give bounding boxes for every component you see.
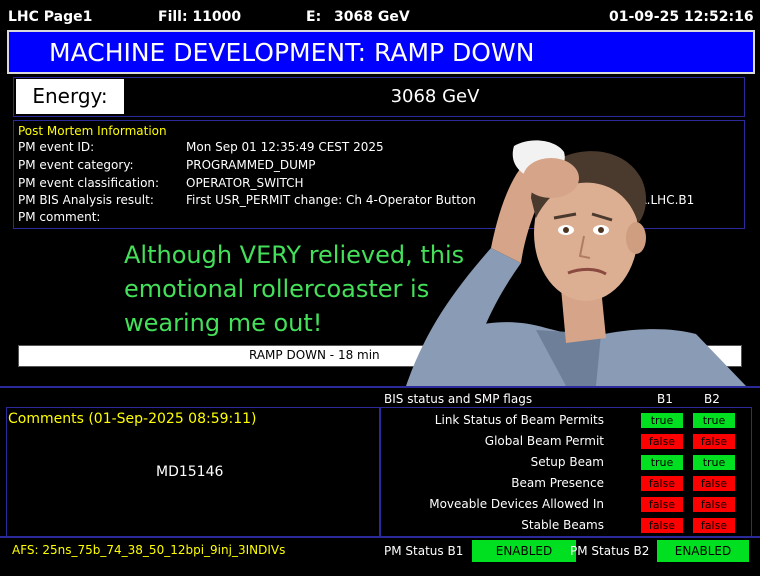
stressed-man-image bbox=[406, 140, 746, 386]
pm-status-b1-label: PM Status B1 bbox=[384, 544, 464, 558]
energy-value: 3068 GeV bbox=[390, 86, 480, 107]
pm-bis-analysis-label: PM BIS Analysis result: bbox=[18, 193, 154, 207]
footer-divider bbox=[0, 536, 760, 538]
header-bar: LHC Page1 Fill: 11000 E: 3068 GeV 01-09-… bbox=[0, 0, 760, 30]
progress-text: RAMP DOWN - 18 min bbox=[249, 348, 380, 362]
pm-event-id-label: PM event ID: bbox=[18, 140, 95, 154]
flag-b1-link-status: true bbox=[641, 413, 683, 428]
flag-b1-global-permit: false bbox=[641, 434, 683, 449]
pm-event-id-value: Mon Sep 01 12:35:49 CEST 2025 bbox=[186, 140, 384, 154]
pm-comment-label: PM comment: bbox=[18, 210, 101, 224]
flag-label-stable-beams: Stable Beams bbox=[521, 518, 604, 532]
pm-status-b2-badge: ENABLED bbox=[657, 540, 749, 562]
pm-event-classification-value: OPERATOR_SWITCH bbox=[186, 176, 304, 190]
fill-number: Fill: 11000 bbox=[158, 9, 242, 25]
datetime: 01-09-25 12:52:16 bbox=[609, 9, 754, 25]
flag-label-beam-presence: Beam Presence bbox=[511, 476, 604, 490]
pm-event-category-label: PM event category: bbox=[18, 158, 134, 172]
b2-column-header: B2 bbox=[704, 392, 720, 406]
section-divider bbox=[0, 386, 760, 388]
energy-header-label: E: bbox=[306, 9, 322, 25]
pm-event-classification-label: PM event classification: bbox=[18, 176, 160, 190]
flag-b2-stable-beams: false bbox=[693, 518, 735, 533]
afs-filling-scheme: AFS: 25ns_75b_74_38_50_12bpi_9inj_3INDIV… bbox=[12, 543, 286, 557]
flag-b2-setup-beam: true bbox=[693, 455, 735, 470]
energy-header-value: 3068 GeV bbox=[334, 9, 410, 25]
flag-b2-moveable-devices: false bbox=[693, 497, 735, 512]
pm-status-b2-label: PM Status B2 bbox=[570, 544, 650, 558]
pm-status-b1-badge: ENABLED bbox=[472, 540, 576, 562]
flag-label-global-permit: Global Beam Permit bbox=[484, 434, 604, 448]
page-title-bar: MACHINE DEVELOPMENT: RAMP DOWN bbox=[7, 30, 755, 74]
flag-b1-stable-beams: false bbox=[641, 518, 683, 533]
comments-title: Comments (01-Sep-2025 08:59:11) bbox=[8, 411, 257, 427]
flag-b1-moveable-devices: false bbox=[641, 497, 683, 512]
bis-header: BIS status and SMP flags bbox=[384, 392, 533, 406]
b1-column-header: B1 bbox=[657, 392, 673, 406]
flag-label-link-status: Link Status of Beam Permits bbox=[434, 413, 604, 427]
page-title: MACHINE DEVELOPMENT: RAMP DOWN bbox=[49, 38, 535, 67]
flag-b2-link-status: true bbox=[693, 413, 735, 428]
post-mortem-title: Post Mortem Information bbox=[18, 124, 167, 138]
page-name: LHC Page1 bbox=[8, 9, 93, 25]
flag-b2-beam-presence: false bbox=[693, 476, 735, 491]
flag-label-moveable-devices: Moveable Devices Allowed In bbox=[429, 497, 604, 511]
flag-b1-beam-presence: false bbox=[641, 476, 683, 491]
pm-event-category-value: PROGRAMMED_DUMP bbox=[186, 158, 316, 172]
energy-label: Energy: bbox=[16, 79, 124, 114]
flag-b2-global-permit: false bbox=[693, 434, 735, 449]
flag-b1-setup-beam: true bbox=[641, 455, 683, 470]
comments-text: MD15146 bbox=[156, 464, 224, 480]
flag-label-setup-beam: Setup Beam bbox=[530, 455, 604, 469]
